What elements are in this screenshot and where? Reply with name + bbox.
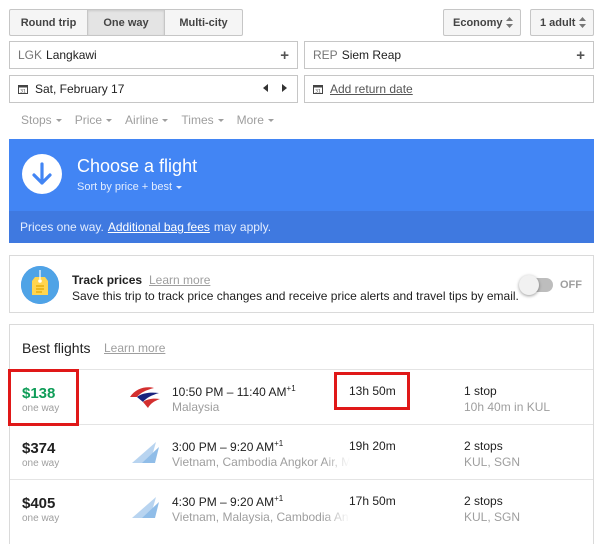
- price-note-bar: Prices one way. Additional bag fees may …: [9, 211, 594, 243]
- sort-selector[interactable]: Sort by price + best: [77, 181, 183, 193]
- flight-stops: 2 stops: [464, 494, 503, 508]
- track-prices-title: Track prices: [72, 273, 143, 287]
- destination-field[interactable]: REP Siem Reap +: [304, 41, 594, 69]
- track-prices-card: Track prices Learn more Save this trip t…: [9, 255, 594, 313]
- banner-title: Choose a flight: [77, 156, 198, 176]
- depart-date-field[interactable]: 31 Sat, February 17: [9, 75, 298, 103]
- track-prices-toggle[interactable]: [519, 275, 553, 295]
- bag-fees-link[interactable]: Additional bag fees: [108, 220, 210, 234]
- flight-time-range: 4:30 PM – 9:20 AM: [172, 495, 275, 509]
- flight-airline: Malaysia: [172, 400, 350, 414]
- filter-label: Times: [181, 113, 214, 127]
- flight-row[interactable]: $405 one way 4:30 PM – 9:20 AM+1 Vietnam…: [10, 479, 593, 534]
- origin-code: LGK: [18, 48, 43, 62]
- caret-down-icon: [55, 119, 62, 122]
- cabin-class-select[interactable]: Economy: [443, 9, 521, 36]
- flight-price: $374: [22, 440, 56, 457]
- price-note-prefix: Prices one way.: [20, 220, 104, 234]
- flight-stop-detail: KUL, SGN: [464, 510, 521, 524]
- trip-type-multi-city[interactable]: Multi-city: [165, 10, 242, 35]
- filter-bar: Stops Price Airline Times More: [21, 113, 274, 127]
- flight-stop-detail: 10h 40m in KUL: [464, 400, 551, 414]
- day-offset: +1: [274, 439, 284, 448]
- malaysia-airlines-logo-icon: [128, 384, 162, 410]
- filter-label: Stops: [21, 113, 52, 127]
- flight-duration: 19h 20m: [349, 439, 396, 453]
- best-flights-card: Best flights Learn more $138 one way 10:…: [9, 324, 594, 544]
- origin-city: Langkawi: [46, 48, 97, 62]
- filter-stops[interactable]: Stops: [21, 113, 62, 127]
- next-date-arrow-icon[interactable]: [282, 84, 287, 92]
- caret-down-icon: [176, 185, 183, 189]
- add-origin-plus-icon[interactable]: +: [280, 47, 289, 64]
- flight-price: $405: [22, 495, 56, 512]
- depart-date-value: Sat, February 17: [35, 82, 125, 96]
- svg-text:31: 31: [315, 89, 321, 94]
- destination-city: Siem Reap: [341, 48, 402, 62]
- price-tag-icon: [21, 266, 59, 304]
- trip-type-round-trip[interactable]: Round trip: [10, 10, 88, 35]
- flight-stops: 1 stop: [464, 384, 497, 398]
- add-return-date-link[interactable]: Add return date: [330, 82, 413, 96]
- calendar-icon: 31: [18, 84, 28, 94]
- filter-label: Price: [74, 113, 103, 127]
- filter-airline[interactable]: Airline: [125, 113, 169, 127]
- toggle-state-label: OFF: [560, 279, 582, 291]
- up-down-arrows-icon: [579, 17, 586, 28]
- price-highlight-box: [8, 369, 79, 426]
- filter-price[interactable]: Price: [74, 113, 113, 127]
- price-note-suffix: may apply.: [213, 220, 272, 234]
- flight-duration: 17h 50m: [349, 494, 396, 508]
- multiple-airlines-logo-icon: [128, 494, 162, 520]
- flight-times: 3:00 PM – 9:20 AM+1: [172, 439, 283, 454]
- best-flights-learn-more-link[interactable]: Learn more: [104, 341, 165, 355]
- track-prices-description: Save this trip to track price changes an…: [72, 289, 519, 303]
- origin-field[interactable]: LGK Langkawi +: [9, 41, 298, 69]
- trip-type-one-way[interactable]: One way: [88, 10, 165, 35]
- track-prices-learn-more-link[interactable]: Learn more: [149, 273, 210, 287]
- passenger-select[interactable]: 1 adult: [530, 9, 594, 36]
- toggle-knob: [519, 275, 539, 295]
- date-stepper: [263, 84, 287, 92]
- best-flights-title: Best flights: [22, 340, 91, 356]
- down-arrow-icon: [22, 154, 62, 194]
- duration-highlight-box: [334, 372, 410, 410]
- calendar-icon: 31: [313, 84, 323, 94]
- price-note: one way: [22, 458, 60, 469]
- flight-airline: Vietnam, Cambodia Angkor Air, M: [172, 455, 350, 469]
- sort-label: Sort by price + best: [77, 181, 173, 193]
- return-date-field[interactable]: 31 Add return date: [304, 75, 594, 103]
- previous-date-arrow-icon[interactable]: [263, 84, 268, 92]
- choose-flight-banner: Choose a flight Sort by price + best Pri…: [9, 139, 594, 243]
- flight-row[interactable]: $374 one way 3:00 PM – 9:20 AM+1 Vietnam…: [10, 424, 593, 479]
- day-offset: +1: [286, 384, 296, 393]
- flight-row[interactable]: $138 one way 10:50 PM – 11:40 AM+1 Malay…: [10, 369, 593, 424]
- caret-down-icon: [217, 119, 224, 122]
- passenger-value: 1 adult: [540, 16, 576, 29]
- caret-down-icon: [106, 119, 113, 122]
- multiple-airlines-logo-icon: [128, 439, 162, 465]
- caret-down-icon: [162, 119, 169, 122]
- caret-down-icon: [267, 119, 274, 122]
- flight-times: 4:30 PM – 9:20 AM+1: [172, 494, 283, 509]
- destination-code: REP: [313, 48, 338, 62]
- flight-stops: 2 stops: [464, 439, 503, 453]
- cabin-class-value: Economy: [453, 16, 503, 29]
- day-offset: +1: [274, 494, 284, 503]
- filter-times[interactable]: Times: [181, 113, 224, 127]
- price-note: one way: [22, 513, 60, 524]
- flight-airline: Vietnam, Malaysia, Cambodia An: [172, 510, 350, 524]
- up-down-arrows-icon: [506, 17, 513, 28]
- trip-type-selector: Round trip One way Multi-city: [9, 9, 243, 36]
- filter-label: Airline: [125, 113, 159, 127]
- filter-more[interactable]: More: [237, 113, 274, 127]
- svg-text:31: 31: [20, 89, 26, 94]
- flight-time-range: 3:00 PM – 9:20 AM: [172, 440, 275, 454]
- filter-label: More: [236, 113, 264, 127]
- flight-time-range: 10:50 PM – 11:40 AM: [172, 385, 287, 399]
- flight-stop-detail: KUL, SGN: [464, 455, 521, 469]
- add-destination-plus-icon[interactable]: +: [576, 47, 585, 64]
- flight-times: 10:50 PM – 11:40 AM+1: [172, 384, 296, 399]
